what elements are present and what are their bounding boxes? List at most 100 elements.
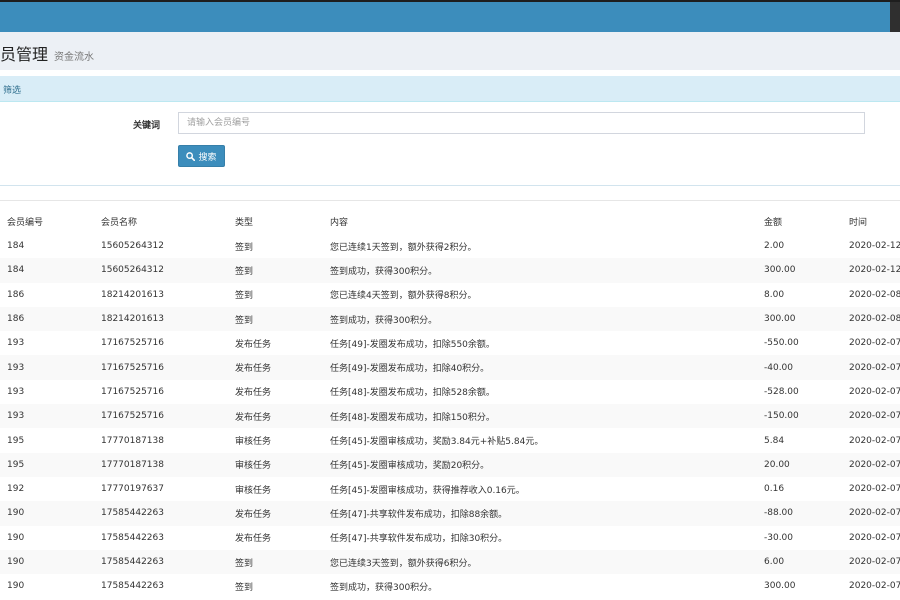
cell-content: 任务[45]-发圈审核成功，奖励20积分。 xyxy=(330,461,490,472)
cell-type: 签到 xyxy=(235,558,254,569)
cell-type: 审核任务 xyxy=(235,485,272,496)
content-header: 员管理 资金流水 xyxy=(0,32,900,70)
cell-amount: 0.16 xyxy=(764,484,785,495)
cell-time: 2020-02-07 xyxy=(849,362,900,373)
cell-amount: 300.00 xyxy=(764,581,796,592)
keyword-input[interactable] xyxy=(178,112,865,134)
cell-type: 签到 xyxy=(235,582,254,593)
cell-amount: 5.84 xyxy=(764,435,785,446)
cell-member-id: 190 xyxy=(7,557,25,567)
column-header-time[interactable]: 时间 xyxy=(842,208,900,234)
column-header-member-name[interactable]: 会员名称 xyxy=(94,208,228,234)
table-row: 192 17770197637 审核任务 任务[45]-发圈审核成功，获得推荐收入0.… xyxy=(0,476,900,502)
cell-member-name: 17167525716 xyxy=(101,362,164,373)
cell-time: 2020-02-07 xyxy=(849,581,900,592)
table-header-row: 会员编号 会员名称 类型 内容 金额 时间 xyxy=(0,208,900,234)
cell-member-name: 17770187138 xyxy=(101,435,164,446)
cell-member-name: 17770187138 xyxy=(101,459,164,470)
cell-type: 发布任务 xyxy=(235,412,272,423)
column-header-member-id[interactable]: 会员编号 xyxy=(0,208,94,234)
cell-time: 2020-02-07 xyxy=(849,338,900,349)
cell-amount: -88.00 xyxy=(764,508,794,519)
cell-type: 签到 xyxy=(235,266,254,277)
cell-time: 2020-02-07 xyxy=(849,459,900,470)
cell-time: 2020-02-08 xyxy=(849,289,900,300)
keyword-label: 关键词 xyxy=(132,121,160,131)
table-row: 193 17167525716 发布任务 任务[49]-发圈发布成功，扣除550余额。… xyxy=(0,331,900,356)
cell-content: 签到成功，获得300积分。 xyxy=(330,582,438,593)
cell-member-id: 186 xyxy=(7,289,25,300)
cell-content: 任务[48]-发圈发布成功，扣除150积分。 xyxy=(330,412,495,423)
cell-content: 任务[49]-发圈发布成功，扣除40积分。 xyxy=(330,364,490,375)
cell-member-id: 193 xyxy=(7,386,25,397)
cell-time: 2020-02-07 xyxy=(849,557,900,567)
cell-type: 签到 xyxy=(235,291,254,302)
cell-member-id: 195 xyxy=(7,435,25,446)
cell-time: 2020-02-12 xyxy=(849,265,900,276)
search-icon xyxy=(186,151,196,161)
cell-member-id: 193 xyxy=(7,338,25,349)
cell-member-id: 193 xyxy=(7,411,25,422)
table-row: 190 17585442263 发布任务 任务[47]-共享软件发布成功，扣除88余额… xyxy=(0,501,900,526)
cell-type: 审核任务 xyxy=(235,437,272,448)
cell-time: 2020-02-07 xyxy=(849,435,900,446)
cell-content: 任务[49]-发圈发布成功，扣除550余额。 xyxy=(330,339,495,350)
cell-time: 2020-02-07 xyxy=(849,411,900,422)
cell-type: 审核任务 xyxy=(235,461,272,472)
cell-member-name: 17167525716 xyxy=(101,338,164,349)
cell-time: 2020-02-08 xyxy=(849,314,900,325)
cell-time: 2020-02-07 xyxy=(849,386,900,397)
cell-member-id: 190 xyxy=(7,532,25,543)
top-navbar xyxy=(0,0,900,32)
cell-member-name: 17585442263 xyxy=(101,581,164,592)
divider xyxy=(0,185,900,186)
cell-time: 2020-02-12 xyxy=(849,241,900,252)
cell-amount: -150.00 xyxy=(764,411,799,422)
divider xyxy=(0,200,900,201)
page-title: 员管理 资金流水 xyxy=(0,41,94,65)
cell-type: 发布任务 xyxy=(235,364,272,375)
filter-panel-header: 筛选 xyxy=(0,76,900,102)
table-row: 193 17167525716 发布任务 任务[49]-发圈发布成功，扣除40积分。 -… xyxy=(0,355,900,380)
table-row: 186 18214201613 签到 签到成功，获得300积分。 300.00 2020-… xyxy=(0,306,900,332)
cell-member-id: 186 xyxy=(7,314,25,325)
table-row: 195 17770187138 审核任务 任务[45]-发圈审核成功，奖励3.84元+… xyxy=(0,428,900,453)
page-title-text: 员管理 xyxy=(0,45,49,64)
cell-member-name: 17585442263 xyxy=(101,532,164,543)
cell-type: 发布任务 xyxy=(235,339,272,350)
cell-content: 任务[47]-共享软件发布成功，扣除88余额。 xyxy=(330,509,508,520)
page-subtitle: 资金流水 xyxy=(54,52,95,63)
cell-amount: 300.00 xyxy=(764,265,796,276)
column-header-type[interactable]: 类型 xyxy=(228,208,323,234)
cell-content: 任务[48]-发圈发布成功，扣除528余额。 xyxy=(330,388,495,399)
column-header-amount[interactable]: 金额 xyxy=(757,208,842,234)
cell-member-name: 18214201613 xyxy=(101,314,164,325)
cell-amount: -40.00 xyxy=(764,362,794,373)
search-button[interactable]: 搜索 xyxy=(178,145,225,167)
cell-amount: 8.00 xyxy=(764,289,785,300)
cell-content: 您已连续4天签到，额外获得8积分。 xyxy=(330,291,477,302)
cell-member-id: 184 xyxy=(7,265,25,276)
cell-type: 签到 xyxy=(235,315,254,326)
cell-amount: 2.00 xyxy=(764,241,785,252)
cell-content: 任务[47]-共享软件发布成功，扣除30积分。 xyxy=(330,534,508,545)
cell-type: 发布任务 xyxy=(235,388,272,399)
cell-member-name: 17585442263 xyxy=(101,557,164,567)
table-row: 184 15605264312 签到 签到成功，获得300积分。 300.00 2020-… xyxy=(0,258,900,283)
table-row: 190 17585442263 签到 您已连续3天签到，额外获得6积分。 6.00 202… xyxy=(0,549,900,575)
cell-content: 您已连续3天签到，额外获得6积分。 xyxy=(330,558,477,569)
cell-member-id: 195 xyxy=(7,459,25,470)
cell-member-id: 184 xyxy=(7,241,25,252)
table-row: 193 17167525716 发布任务 任务[48]-发圈发布成功，扣除150积分。… xyxy=(0,404,900,429)
column-header-content[interactable]: 内容 xyxy=(323,208,757,234)
cell-member-id: 193 xyxy=(7,362,25,373)
cell-content: 您已连续1天签到，额外获得2积分。 xyxy=(330,242,477,253)
fund-flow-table: 会员编号 会员名称 类型 内容 金额 时间 184 15605264312 签到 您已… xyxy=(0,208,900,599)
table-row: 184 15605264312 签到 您已连续1天签到，额外获得2积分。 2.00 202… xyxy=(0,234,900,259)
table-row: 190 17585442263 签到 签到成功，获得300积分。 300.00 2020-… xyxy=(0,574,900,599)
cell-amount: -550.00 xyxy=(764,338,799,349)
cell-member-id: 192 xyxy=(7,484,25,495)
cell-content: 任务[45]-发圈审核成功，奖励3.84元+补贴5.84元。 xyxy=(330,437,544,448)
cell-content: 签到成功，获得300积分。 xyxy=(330,266,438,277)
cell-type: 发布任务 xyxy=(235,509,272,520)
